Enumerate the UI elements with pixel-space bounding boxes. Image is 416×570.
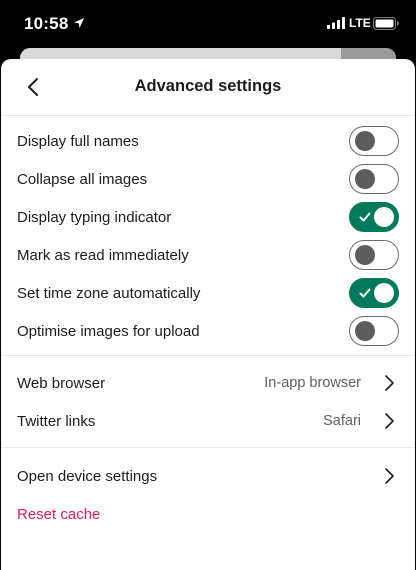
set-time-zone-toggle[interactable] bbox=[349, 278, 399, 308]
status-bar: 10:58 LTE bbox=[0, 0, 416, 46]
checkmark-icon bbox=[359, 212, 371, 222]
link-settings-group: Web browser In-app browser Twitter links… bbox=[1, 356, 415, 448]
optimise-images-toggle[interactable] bbox=[349, 316, 399, 346]
toggle-knob bbox=[355, 131, 375, 151]
setting-label: Mark as read immediately bbox=[17, 246, 189, 264]
open-device-settings-row[interactable]: Open device settings bbox=[1, 457, 415, 495]
setting-row-display-full-names: Display full names bbox=[1, 122, 415, 160]
checkmark-icon bbox=[359, 288, 371, 298]
screen: 10:58 LTE Advanced settings Display full… bbox=[0, 0, 416, 570]
chevron-right-icon bbox=[385, 413, 394, 429]
chevron-right-icon bbox=[385, 468, 394, 484]
mark-as-read-toggle[interactable] bbox=[349, 240, 399, 270]
setting-row-optimise-images: Optimise images for upload bbox=[1, 312, 415, 350]
collapse-all-images-toggle[interactable] bbox=[349, 164, 399, 194]
setting-row-display-typing-indicator: Display typing indicator bbox=[1, 198, 415, 236]
setting-label: Collapse all images bbox=[17, 170, 148, 188]
setting-row-collapse-all-images: Collapse all images bbox=[1, 160, 415, 198]
nav-bar: Advanced settings bbox=[1, 59, 415, 116]
settings-sheet: Advanced settings Display full names Col… bbox=[1, 59, 415, 570]
web-browser-row[interactable]: Web browser In-app browser bbox=[1, 364, 415, 402]
display-full-names-toggle[interactable] bbox=[349, 126, 399, 156]
device-settings-group: Open device settings Reset cache bbox=[1, 448, 415, 533]
status-time: 10:58 bbox=[24, 14, 69, 33]
battery-icon bbox=[373, 17, 399, 30]
toggle-knob bbox=[374, 207, 394, 227]
setting-label: Display full names bbox=[17, 132, 139, 150]
reset-cache-button[interactable]: Reset cache bbox=[17, 506, 100, 523]
location-arrow-icon bbox=[74, 18, 84, 28]
twitter-links-value: Safari bbox=[323, 413, 361, 429]
display-typing-indicator-toggle[interactable] bbox=[349, 202, 399, 232]
network-type: LTE bbox=[349, 16, 371, 30]
setting-label: Open device settings bbox=[17, 467, 158, 485]
page-title: Advanced settings bbox=[134, 77, 282, 95]
setting-label: Display typing indicator bbox=[17, 208, 172, 226]
setting-label: Twitter links bbox=[17, 412, 96, 430]
web-browser-value: In-app browser bbox=[264, 375, 361, 391]
reset-cache-row[interactable]: Reset cache bbox=[1, 495, 415, 533]
toggle-knob bbox=[374, 283, 394, 303]
chevron-right-icon bbox=[385, 375, 394, 391]
setting-label: Set time zone automatically bbox=[17, 284, 201, 302]
setting-label: Optimise images for upload bbox=[17, 322, 200, 340]
twitter-links-row[interactable]: Twitter links Safari bbox=[1, 402, 415, 440]
toggle-settings-group: Display full names Collapse all images D… bbox=[1, 116, 415, 356]
signal-icon bbox=[327, 17, 345, 29]
setting-row-mark-as-read: Mark as read immediately bbox=[1, 236, 415, 274]
toggle-knob bbox=[355, 321, 375, 341]
toggle-knob bbox=[355, 245, 375, 265]
setting-label: Web browser bbox=[17, 374, 106, 392]
setting-row-set-time-zone: Set time zone automatically bbox=[1, 274, 415, 312]
toggle-knob bbox=[355, 169, 375, 189]
